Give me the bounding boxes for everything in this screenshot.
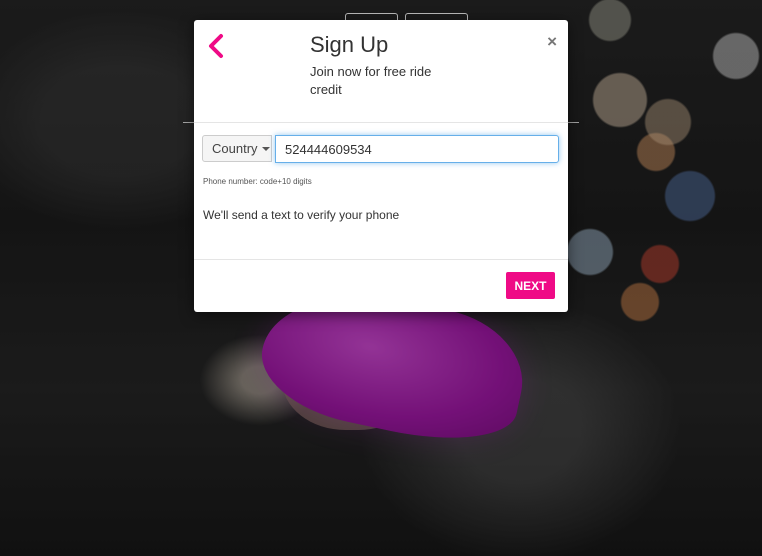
next-button[interactable]: NEXT [506, 272, 555, 299]
back-button[interactable] [204, 32, 228, 60]
footer-divider [194, 259, 568, 260]
phone-help-text: Phone number: code+10 digits [203, 177, 312, 186]
close-icon[interactable]: × [547, 33, 557, 50]
header-divider [194, 122, 568, 123]
country-select[interactable]: Country [202, 135, 272, 162]
verify-text: We'll send a text to verify your phone [203, 208, 400, 222]
caret-down-icon [261, 146, 270, 151]
country-select-label: Country [212, 141, 258, 156]
signup-modal: Sign Up Join now for free ride credit × … [194, 20, 568, 312]
modal-subtitle: Join now for free ride credit [310, 64, 432, 97]
phone-input[interactable] [275, 135, 559, 163]
modal-title: Sign Up [310, 32, 389, 57]
chevron-left-icon [209, 34, 223, 58]
